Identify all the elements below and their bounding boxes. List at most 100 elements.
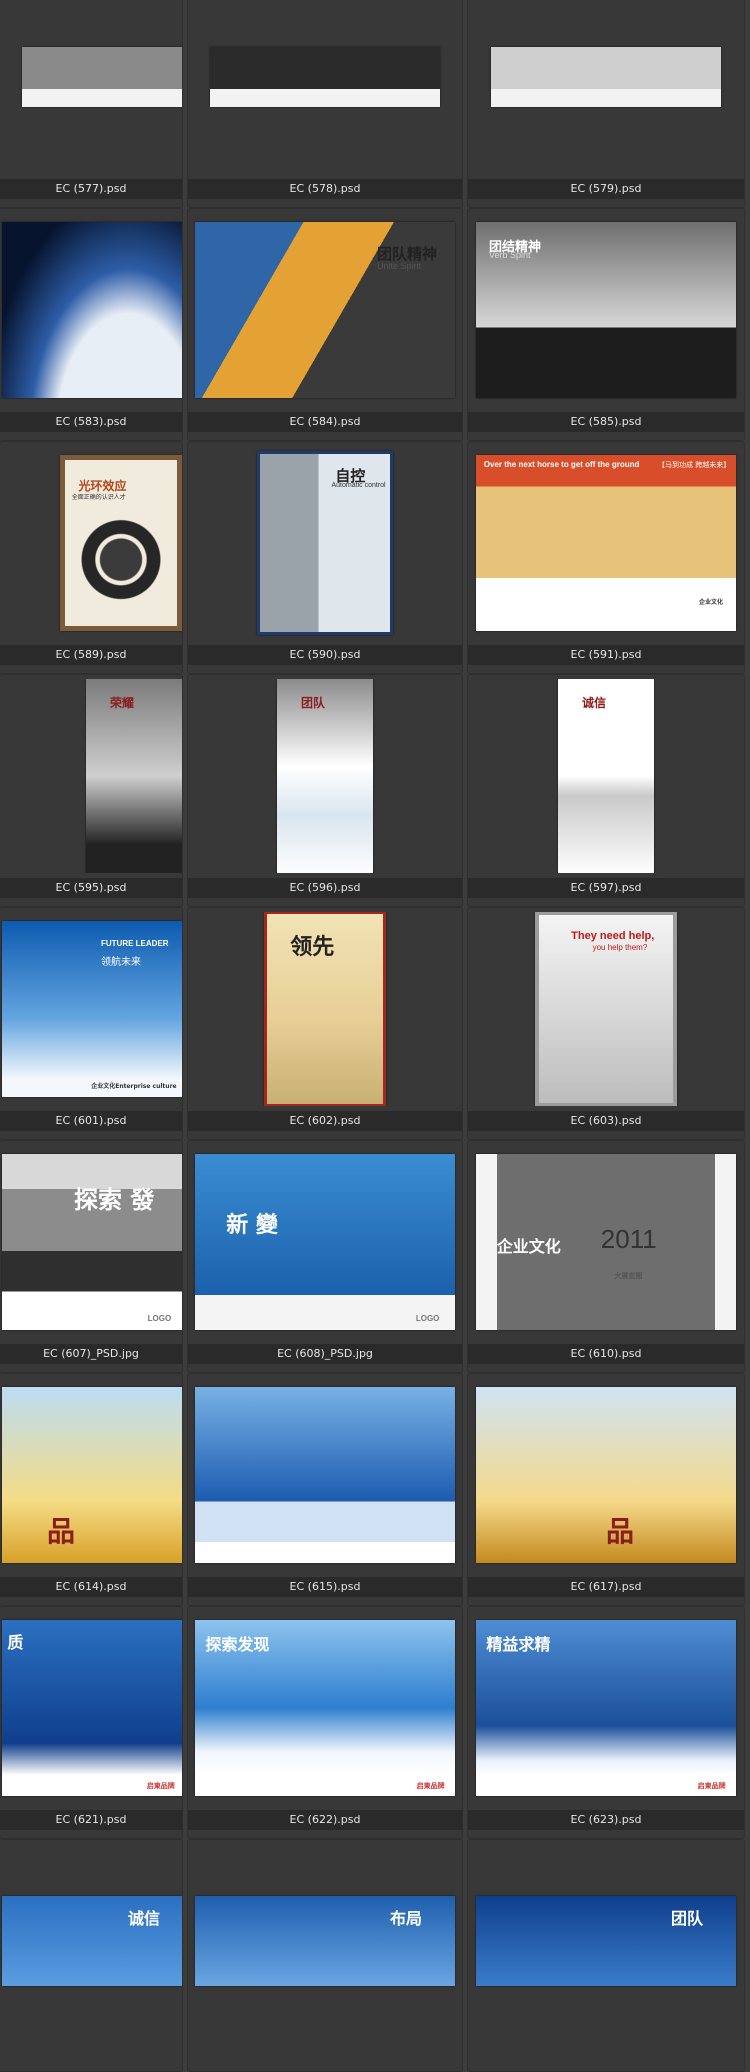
preview-headline: FUTURE LEADER [101,938,169,948]
preview-image: Over the next horse to get off the groun… [476,455,736,631]
file-thumbnail-item[interactable]: 精益求精启東品牌 EC (623).psd [467,1606,745,1839]
preview-artwork [22,47,182,107]
file-thumbnail-item[interactable]: 团队 [467,1839,745,2072]
thumbnail-frame: They need help, you help them? [468,912,744,1106]
file-name-label: EC (621).psd [0,1810,182,1830]
file-name-label: EC (607)_PSD.jpg [0,1344,182,1364]
preview-brand-tag: 启東品牌 [697,1781,726,1790]
thumbnail-frame: Over the next horse to get off the groun… [468,446,744,640]
file-name-label: EC (617).psd [468,1577,744,1597]
thumbnail-frame: 领先 [188,912,462,1106]
file-thumbnail-item[interactable]: FUTURE LEADER 领航未来 企业文化Enterprise culture E… [0,907,183,1140]
file-name-label: EC (583).psd [0,412,182,432]
thumbnail-frame: 企业文化 2011 大展宏图 [468,1145,744,1339]
preview-subheadline: 全面正确的认识人才 [71,493,126,501]
preview-headline: 新 變 [226,1212,278,1238]
preview-image: 品 [476,1387,736,1563]
file-thumbnail-item[interactable]: 荣耀 EC (595).psd [0,674,183,907]
preview-artwork [210,47,440,107]
preview-artwork [2,1620,182,1796]
preview-headline: Over the next horse to get off the groun… [483,460,640,470]
file-thumbnail-item[interactable]: 诚信 [0,1839,183,2072]
preview-headline: 团队 [671,1909,704,1928]
preview-image: 探索 發 LOGO [2,1154,182,1330]
preview-image [2,222,182,398]
preview-image: 团结精神 Verb Spirit [476,222,736,398]
thumbnail-frame [468,0,744,174]
preview-headline: They need help, [571,930,655,943]
preview-image: 光环效应 全面正确的认识人才 [60,455,182,631]
file-thumbnail-item[interactable]: 品 EC (614).psd [0,1373,183,1606]
preview-image: 企业文化 2011 大展宏图 [476,1154,736,1330]
preview-image: 品 [2,1387,182,1563]
file-thumbnail-item[interactable]: EC (579).psd [467,0,745,208]
file-thumbnail-item[interactable]: 品 EC (617).psd [467,1373,745,1606]
preview-image: 团队 [476,1896,736,1986]
preview-image: 布局 [195,1896,455,1986]
preview-artwork [195,1387,455,1563]
file-thumbnail-item[interactable]: 团结精神 Verb Spirit EC (585).psd [467,208,745,441]
preview-headline: 企业文化 [496,1237,561,1257]
file-thumbnail-item[interactable]: 布局 [187,1839,463,2072]
file-thumbnail-item[interactable]: EC (583).psd [0,208,183,441]
preview-headline: 诚信 [128,1909,161,1928]
preview-brand-tag: LOGO [415,1313,440,1323]
file-thumbnail-item[interactable]: EC (577).psd [0,0,183,208]
thumbnail-frame: 光环效应 全面正确的认识人才 [0,446,182,640]
thumbnail-frame: 团队 [468,1844,744,2038]
file-thumbnail-item[interactable]: 团队 EC (596).psd [187,674,463,907]
file-name-label: EC (591).psd [468,645,744,665]
file-thumbnail-item[interactable]: 探索 發 LOGO EC (607)_PSD.jpg [0,1140,183,1373]
preview-headline: 品 [606,1515,635,1549]
file-thumbnail-item[interactable]: They need help, you help them? EC (603).ps… [467,907,745,1140]
file-thumbnail-item[interactable]: 质启東品牌 EC (621).psd [0,1606,183,1839]
file-name-label: EC (622).psd [188,1810,462,1830]
thumbnail-frame: 品 [468,1378,744,1572]
thumbnail-frame: 精益求精启東品牌 [468,1611,744,1805]
file-thumbnail-item[interactable]: 领先 EC (602).psd [187,907,463,1140]
thumbnail-frame: 团结精神 Verb Spirit [468,213,744,407]
preview-image [22,47,182,107]
thumbnail-frame: 品 [0,1378,182,1572]
preview-artwork [195,1154,455,1330]
file-thumbnail-item[interactable]: 企业文化 2011 大展宏图 EC (610).psd [467,1140,745,1373]
preview-headline: 精益求精 [486,1634,551,1654]
file-thumbnail-item[interactable]: 新 變 LOGO EC (608)_PSD.jpg [187,1140,463,1373]
file-thumbnail-item[interactable]: EC (578).psd [187,0,463,208]
file-thumbnail-item[interactable]: EC (615).psd [187,1373,463,1606]
preview-image: 领先 [264,912,386,1106]
preview-artwork [476,455,736,631]
preview-subheadline: Unite Spirit [377,260,422,271]
file-name-label: EC (597).psd [468,878,744,898]
thumbnail-frame: 团队精神 Unite Spirit [188,213,462,407]
preview-headline: 荣耀 [110,695,135,710]
thumbnail-frame: 探索发现 启東品牌 [188,1611,462,1805]
file-name-label: EC (585).psd [468,412,744,432]
file-name-label: EC (614).psd [0,1577,182,1597]
file-thumbnail-item[interactable]: 探索发现 启東品牌 EC (622).psd [187,1606,463,1839]
file-thumbnail-item[interactable]: 诚信 EC (597).psd [467,674,745,907]
file-name-label: EC (579).psd [468,179,744,199]
file-thumbnail-item[interactable]: 光环效应 全面正确的认识人才 EC (589).psd [0,441,183,674]
preview-headline: 质 [7,1632,24,1652]
preview-image: 团队精神 Unite Spirit [195,222,455,398]
file-thumbnail-item[interactable]: Over the next horse to get off the groun… [467,441,745,674]
thumbnail-frame [0,213,182,407]
thumbnail-frame: 质启東品牌 [0,1611,182,1805]
preview-headline: 探索 發 [74,1186,155,1215]
preview-subheadline: Automatic control [331,482,386,490]
preview-subheadline: 【马到功成 跨越未来】 [658,461,731,470]
thumbnail-frame [0,0,182,174]
preview-image: 质启東品牌 [2,1620,182,1796]
file-thumbnail-item[interactable]: 自控 Automatic control EC (590).psd [187,441,463,674]
file-thumbnail-item[interactable]: 团队精神 Unite Spirit EC (584).psd [187,208,463,441]
thumbnail-frame: FUTURE LEADER 领航未来 企业文化Enterprise culture [0,912,182,1106]
file-name-label: EC (577).psd [0,179,182,199]
file-name-label: EC (601).psd [0,1111,182,1131]
preview-image: FUTURE LEADER 领航未来 企业文化Enterprise culture [2,921,182,1097]
preview-brand-tag: 企业文化 [698,599,723,607]
file-name-label: EC (595).psd [0,878,182,898]
file-name-label: EC (623).psd [468,1810,744,1830]
preview-image: 精益求精启東品牌 [476,1620,736,1796]
preview-brand-tag: 启東品牌 [416,1781,445,1790]
